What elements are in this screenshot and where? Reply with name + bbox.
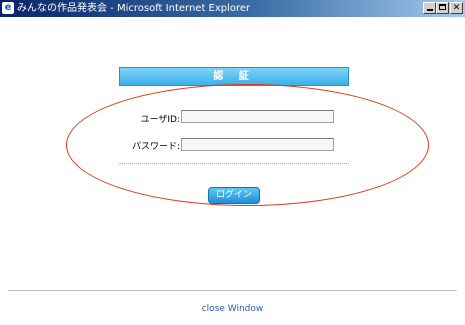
userid-input[interactable]: [181, 110, 334, 123]
close-icon: ✕: [452, 3, 461, 13]
ie-logo-icon: e: [2, 2, 14, 14]
userid-label-cell: ユーザID:: [120, 111, 180, 125]
close-window-link[interactable]: close Window: [0, 304, 465, 314]
maximize-icon: [439, 4, 446, 10]
password-input[interactable]: [181, 138, 334, 151]
minimize-icon: [427, 9, 433, 11]
password-label: パスワード:: [131, 142, 180, 152]
password-label-cell: パスワード:: [120, 138, 180, 152]
window-titlebar: e みんなの作品発表会 - Microsoft Internet Explore…: [0, 0, 465, 17]
window-title: みんなの作品発表会 - Microsoft Internet Explorer: [17, 3, 251, 14]
login-button[interactable]: ログイン: [208, 187, 260, 204]
minimize-button[interactable]: [423, 2, 436, 14]
auth-header: 認 証: [119, 67, 349, 86]
maximize-button[interactable]: [436, 2, 449, 14]
footer-divider: [8, 290, 457, 291]
form-divider: [119, 163, 349, 164]
userid-label: ユーザID:: [140, 115, 180, 125]
close-button[interactable]: ✕: [450, 2, 463, 14]
